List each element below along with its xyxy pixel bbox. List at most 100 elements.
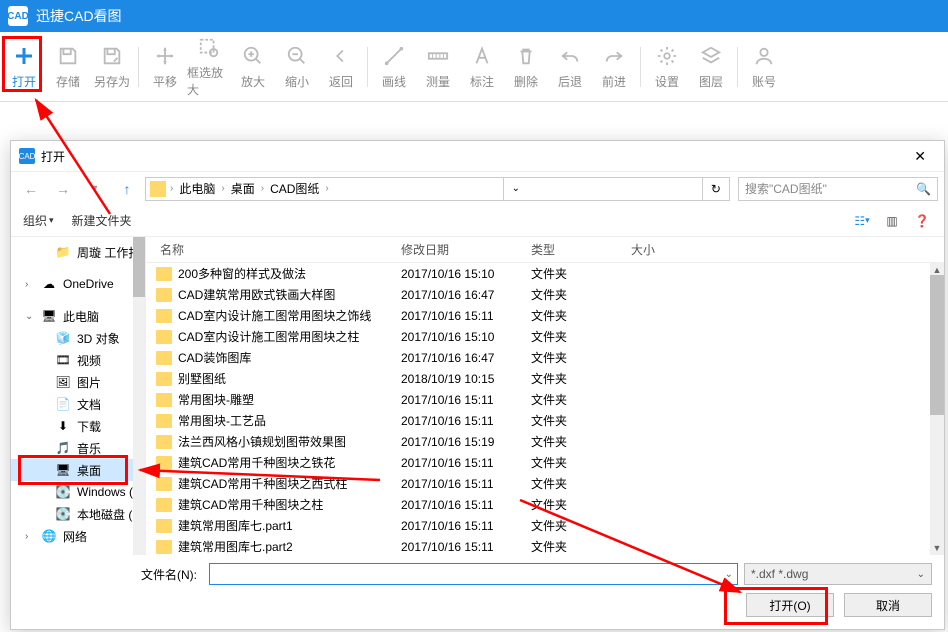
folder-icon: 📁 [55,244,71,260]
ribbon-user-button[interactable]: 账号 [742,36,786,98]
tree-item[interactable]: 🧊3D 对象 [11,327,145,349]
filetype-filter[interactable]: *.dxf *.dwg⌄ [744,563,932,585]
folder-icon [156,519,172,533]
expand-icon[interactable]: › [25,531,35,542]
file-row[interactable]: CAD装饰图库2017/10/16 16:47文件夹 [146,347,944,368]
close-icon[interactable]: ✕ [904,144,936,169]
col-date[interactable]: 修改日期 [401,241,531,258]
folder-icon [156,372,172,386]
ribbon-saveas-button[interactable]: 另存为 [90,36,134,98]
annotation-highlight-desktop [18,455,128,485]
app-logo: CAD [8,6,28,26]
tree-scrollbar[interactable] [133,237,145,555]
ribbon-zoomrect-button[interactable]: 框选放大 [187,36,231,98]
tree-item[interactable]: ›☁OneDrive [11,273,145,295]
nav-up-icon[interactable]: ↑ [113,176,141,202]
titlebar: CAD 迅捷CAD看图 [0,0,948,32]
breadcrumb-seg[interactable]: 此电脑 [173,180,221,197]
zoomrect-icon [196,36,222,60]
image-icon: 🖼 [55,374,71,390]
expand-icon[interactable]: ⌄ [25,311,35,322]
zoomout-icon [284,43,310,69]
ribbon-back-button[interactable]: 返回 [319,36,363,98]
help-icon[interactable]: ❓ [912,211,932,231]
col-size[interactable]: 大小 [631,241,944,258]
search-input[interactable]: 搜索"CAD图纸" 🔍 [738,177,938,201]
ribbon-measure-button[interactable]: 测量 [416,36,460,98]
settings-icon [654,43,680,69]
undo-icon [557,43,583,69]
file-row[interactable]: 建筑CAD常用千种图块之铁花2017/10/16 15:11文件夹 [146,452,944,473]
file-row[interactable]: 建筑CAD常用千种图块之柱2017/10/16 15:11文件夹 [146,494,944,515]
folder-icon [156,393,172,407]
nav-back-icon[interactable]: ← [17,176,45,202]
redo-icon [601,43,627,69]
file-row[interactable]: 建筑CAD常用千种图块之西式柱2017/10/16 15:11文件夹 [146,473,944,494]
cancel-button[interactable]: 取消 [844,593,932,617]
file-row[interactable]: 建筑常用图库七.part22017/10/16 15:11文件夹 [146,536,944,555]
layers-icon [698,43,724,69]
pan-icon [152,43,178,69]
dialog-toolbar: 组织▾ 新建文件夹 ☷ ▾ ▥ ❓ [11,205,944,237]
tree-item[interactable]: ⌄🖥此电脑 [11,305,145,327]
folder-icon [156,456,172,470]
file-row[interactable]: CAD室内设计施工图常用图块之饰线2017/10/16 15:11文件夹 [146,305,944,326]
dialog-nav: ← → ▾ ↑ › 此电脑 › 桌面 › CAD图纸 › ⌄ ↻ 搜索"CAD图… [11,171,944,205]
expand-icon[interactable]: › [25,279,35,290]
file-row[interactable]: 法兰西风格小镇规划图带效果图2017/10/16 15:19文件夹 [146,431,944,452]
ribbon-redo-button[interactable]: 前进 [592,36,636,98]
breadcrumb-seg[interactable]: 桌面 [225,180,261,197]
tree-item[interactable]: 📄文档 [11,393,145,415]
dialog-title: 打开 [41,148,65,165]
col-type[interactable]: 类型 [531,241,631,258]
ribbon-pan-button[interactable]: 平移 [143,36,187,98]
dialog-body: 📁周璇 工作报›☁OneDrive⌄🖥此电脑🧊3D 对象🎞视频🖼图片📄文档⬇下载… [11,237,944,555]
tree-item[interactable]: 🖼图片 [11,371,145,393]
ribbon-annot-button[interactable]: 标注 [460,36,504,98]
breadcrumb-dropdown-icon[interactable]: ⌄ [503,178,528,200]
scroll-down-icon[interactable]: ▼ [930,541,944,555]
breadcrumb-seg[interactable]: CAD图纸 [264,180,325,197]
new-folder-button[interactable]: 新建文件夹 [72,212,132,229]
organize-button[interactable]: 组织▾ [23,212,54,229]
file-row[interactable]: 别墅图纸2018/10/19 10:15文件夹 [146,368,944,389]
tree-item[interactable]: ›🌐网络 [11,525,145,547]
ribbon-separator [737,47,738,87]
ribbon-undo-button[interactable]: 后退 [548,36,592,98]
tree-item[interactable]: ⬇下载 [11,415,145,437]
file-row[interactable]: 常用图块-工艺品2017/10/16 15:11文件夹 [146,410,944,431]
folder-icon [156,477,172,491]
onedrive-icon: ☁ [41,276,57,292]
refresh-icon[interactable]: ↻ [702,178,729,200]
file-row[interactable]: CAD室内设计施工图常用图块之柱2017/10/16 15:10文件夹 [146,326,944,347]
ribbon-settings-button[interactable]: 设置 [645,36,689,98]
file-row[interactable]: 建筑常用图库七.part12017/10/16 15:11文件夹 [146,515,944,536]
preview-pane-icon[interactable]: ▥ [882,211,902,231]
search-placeholder: 搜索"CAD图纸" [745,180,827,197]
zoomin-icon [240,43,266,69]
nav-history-icon[interactable]: ▾ [81,176,109,202]
list-scrollbar[interactable]: ▲ ▼ [930,263,944,555]
file-row[interactable]: CAD建筑常用欧式铁画大样图2017/10/16 16:47文件夹 [146,284,944,305]
ribbon-delete-button[interactable]: 删除 [504,36,548,98]
ribbon-line-button[interactable]: 画线 [372,36,416,98]
saveas-icon [99,43,125,69]
download-icon: ⬇ [55,418,71,434]
open-dialog: CAD 打开 ✕ ← → ▾ ↑ › 此电脑 › 桌面 › CAD图纸 › ⌄ … [10,140,945,630]
tree-item[interactable]: 💽本地磁盘 (D: [11,503,145,525]
tree-item[interactable]: 🎞视频 [11,349,145,371]
filename-input[interactable]: ⌄ [209,563,738,585]
tree-item[interactable]: 📁周璇 工作报 [11,241,145,263]
file-row[interactable]: 200多种窗的样式及做法2017/10/16 15:10文件夹 [146,263,944,284]
dialog-titlebar: CAD 打开 ✕ [11,141,944,171]
ribbon-zoomout-button[interactable]: 缩小 [275,36,319,98]
breadcrumb[interactable]: › 此电脑 › 桌面 › CAD图纸 › ⌄ ↻ [145,177,730,201]
file-row[interactable]: 常用图块-雕塑2017/10/16 15:11文件夹 [146,389,944,410]
annotation-highlight-open [2,36,42,92]
ribbon-layers-button[interactable]: 图层 [689,36,733,98]
ribbon-zoomin-button[interactable]: 放大 [231,36,275,98]
ribbon-save-button[interactable]: 存储 [46,36,90,98]
col-name[interactable]: 名称 [146,241,401,258]
disk-icon: 💽 [55,506,71,522]
view-mode-icon[interactable]: ☷ ▾ [852,211,872,231]
